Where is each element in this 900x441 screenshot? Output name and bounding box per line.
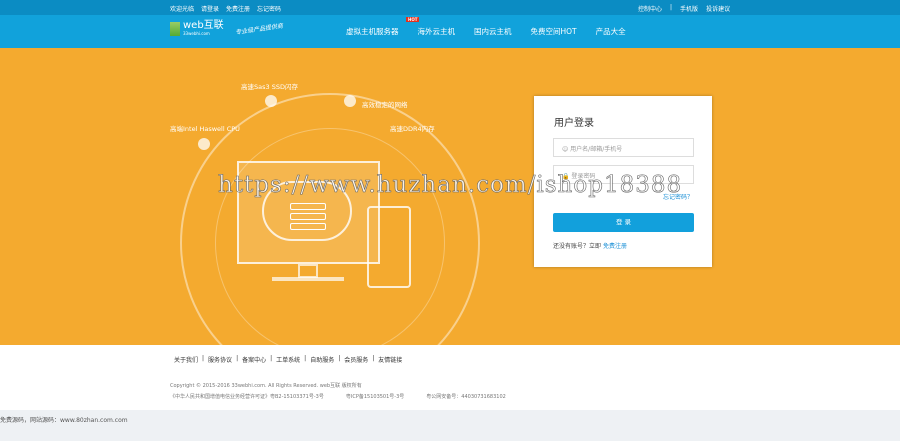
monitor-base [272,277,344,281]
server-icon [290,203,326,210]
monitor-stand [298,264,318,278]
register-link[interactable]: 免费注册 [226,4,250,13]
nav-item-overseas-cloud[interactable]: 海外云主机 [418,26,456,37]
police-record-text: 粤公网安备号：44030731683102 [426,394,506,400]
separator: | [304,355,307,362]
license-text: 《中华人民共和国增值电信业务经营许可证》粤B2-15103371号-3号 [170,394,324,400]
footer: 关于我们 | 服务协议 | 备案中心 | 工单系统 | 自助服务 | 会员服务 | 友情链接 Copyr… [0,345,900,410]
icp-text: 粤ICP备15103501号-3号 [345,394,405,400]
network-icon [344,95,356,107]
separator: | [670,4,673,11]
separator: | [372,355,375,362]
separator: | [236,355,239,362]
separator: | [338,355,341,362]
login-button[interactable]: 登 录 [553,213,694,232]
server-icon [290,213,326,220]
login-title: 用户登录 [554,118,594,129]
footer-link[interactable]: 关于我们 [174,355,198,364]
feature-label: 高速DDR4内存 [390,125,435,133]
hot-badge: HOT [406,17,420,22]
footer-link[interactable]: 工单系统 [276,355,300,364]
feature-label: 高端Intel Haswell CPU [170,125,240,133]
hero-banner: 高速Sas3 SSD闪存 高效稳定的网络 高端Intel Haswell CPU… [0,48,900,345]
logo-domain: 33webhi.com [183,31,210,36]
copyright: Copyright © 2015-2016 33webhi.com. All R… [170,383,362,389]
separator: | [202,355,205,362]
slogan: 专业级产品提供商 [234,22,284,37]
nav-item-domestic-cloud[interactable]: 国内云主机 [474,26,512,37]
mobile-link[interactable]: 手机版 [680,4,698,13]
nav-item-hosting[interactable]: HOT 虚拟主机服务器 [346,17,420,37]
footer-link[interactable]: 服务协议 [208,355,232,364]
footer-link[interactable]: 自助服务 [310,355,334,364]
feature-label: 高效稳定的网络 [362,101,408,109]
feature-label: 高速Sas3 SSD闪存 [241,83,298,91]
logo-icon [170,21,180,36]
watermark: https://www.huzhan.com/ishop18388 [218,172,683,199]
nav-item-products[interactable]: 产品大全 [596,26,626,37]
welcome-text: 欢迎光临 [170,6,195,13]
separator: | [270,355,273,362]
register-link[interactable]: 免费注册 [603,243,627,250]
logo[interactable]: web互联 33webhi.com [170,21,224,36]
forgot-link[interactable]: 忘记密码 [257,4,281,13]
footer-link[interactable]: 友情链接 [378,355,402,364]
bottom-note: 免费源码，网站源码：www.80zhan.com.com [0,417,128,424]
ssd-icon [265,95,277,107]
register-prompt: 还没有账号？立即 免费注册 [553,243,627,250]
server-icon [290,223,326,230]
cpu-icon [198,138,210,150]
top-bar: 欢迎光临 请登录 免费注册 忘记密码 控制中心 | 手机版 投诉建议 [0,0,900,15]
footer-link[interactable]: 备案中心 [242,355,266,364]
login-link[interactable]: 请登录 [201,4,219,13]
username-input[interactable]: ☺ 用户名/邮箱/手机号 [553,138,694,157]
control-center-link[interactable]: 控制中心 [638,4,662,13]
nav-item-free-space[interactable]: 免费空间HOT [531,26,577,37]
main-nav: web互联 33webhi.com 专业级产品提供商 HOT 虚拟主机服务器 海外云… [0,15,900,48]
logo-name: web互联 [183,20,224,31]
footer-link[interactable]: 会员服务 [344,355,368,364]
phone-illustration [367,206,411,288]
complaint-link[interactable]: 投诉建议 [706,4,730,13]
